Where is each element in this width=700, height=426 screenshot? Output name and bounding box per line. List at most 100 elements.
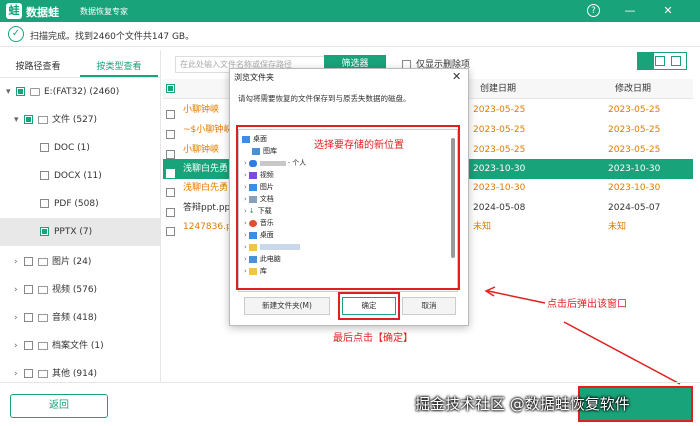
file-name: 浅聊白先勇 (183, 164, 229, 174)
file-name: 1247836.p (183, 222, 232, 232)
detail-view-icon[interactable] (655, 56, 665, 66)
app-logo-icon: 蛙 (6, 3, 22, 19)
back-button[interactable]: 返回 (10, 394, 108, 418)
modified-date: 2023-10-30 (608, 164, 661, 174)
app-subtitle: 数据恢复专家 (80, 7, 128, 16)
tree-item-label: DOC (1) (54, 143, 90, 153)
tree-item-label: 档案文件 (1) (52, 341, 104, 351)
chevron-down-icon[interactable]: ▾ (6, 78, 16, 106)
tree-checkbox[interactable] (24, 313, 33, 322)
annotation-arrow-icon (484, 286, 546, 304)
watermark-text: 掘金技术社区 @数据蛙恢复软件 (415, 395, 630, 413)
list-view-icon[interactable] (638, 53, 654, 69)
tree-checkbox[interactable] (40, 143, 49, 152)
tree-checkbox[interactable] (40, 227, 49, 236)
created-date: 2023-05-25 (473, 125, 526, 135)
modified-date: 2023-05-25 (608, 145, 661, 155)
created-date: 2023-10-30 (473, 164, 526, 174)
annotation-arrow-icon (563, 321, 681, 385)
created-date: 2023-10-30 (473, 183, 526, 193)
video-icon (38, 285, 48, 294)
minimize-icon[interactable]: — (622, 3, 638, 19)
created-date: 2023-05-25 (473, 105, 526, 115)
tree-checkbox[interactable] (24, 115, 33, 124)
tree-item-drive[interactable]: ▾ E:(FAT32) (2460) (0, 78, 160, 106)
tree-item-archives[interactable]: › 档案文件 (1) (0, 332, 160, 360)
chevron-right-icon[interactable]: › (14, 248, 24, 276)
image-icon (38, 257, 48, 266)
app-name: 数据蛙 (26, 6, 59, 19)
modified-date: 2023-05-25 (608, 105, 661, 115)
chevron-right-icon[interactable]: › (14, 304, 24, 332)
new-folder-button[interactable]: 新建文件夹(M) (244, 297, 330, 315)
footer-divider (0, 382, 700, 383)
chevron-right-icon[interactable]: › (14, 332, 24, 360)
header-checkbox[interactable] (166, 80, 180, 98)
tree-item-label: PDF (508) (54, 199, 99, 209)
modified-date: 2023-10-30 (608, 183, 661, 193)
chevron-right-icon[interactable]: › (14, 360, 24, 388)
check-circle-icon: ✓ (8, 26, 24, 42)
row-checkbox[interactable] (166, 227, 175, 236)
tree-item-label: 其他 (914) (52, 369, 98, 379)
dialog-title: 浏览文件夹 (234, 73, 274, 82)
archive-icon (38, 341, 48, 350)
file-name: 答辩ppt.pp (183, 203, 231, 213)
row-checkbox[interactable] (166, 130, 175, 139)
tree-item-label: DOCX (11) (54, 171, 102, 181)
tab-by-type[interactable]: 按类型查看 (80, 57, 158, 77)
tree-checkbox[interactable] (40, 171, 49, 180)
close-icon[interactable]: ✕ (660, 3, 676, 19)
tree-checkbox[interactable] (24, 285, 33, 294)
view-switcher (637, 52, 687, 70)
dialog-close-icon[interactable]: ✕ (452, 70, 461, 83)
tree-checkbox[interactable] (40, 199, 49, 208)
annotation-box-ok (338, 292, 400, 320)
status-text: 扫描完成。找到2460个文件共147 GB。 (30, 32, 195, 42)
tree-item-doc[interactable]: DOC (1) (0, 134, 160, 162)
tree-item-documents[interactable]: ▾ 文件 (527) (0, 106, 160, 134)
grid-view-icon[interactable] (671, 56, 681, 66)
dialog-description: 请勾将需要恢复的文件保存到与原丢失数据的磁盘。 (238, 94, 411, 103)
help-icon[interactable]: ? (587, 4, 600, 17)
tree-checkbox[interactable] (16, 87, 25, 96)
tree-item-docx[interactable]: DOCX (11) (0, 162, 160, 190)
row-checkbox[interactable] (166, 150, 175, 159)
tree-checkbox[interactable] (24, 257, 33, 266)
tree-item-label: 视频 (576) (52, 285, 98, 295)
audio-icon (38, 313, 48, 322)
tree-item-label: 文件 (527) (52, 115, 98, 125)
chevron-right-icon[interactable]: › (14, 276, 24, 304)
row-checkbox[interactable] (166, 188, 175, 197)
row-checkbox[interactable] (166, 169, 175, 178)
tree-item-audio[interactable]: › 音频 (418) (0, 304, 160, 332)
drive-icon (30, 87, 40, 96)
header-created[interactable]: 创建日期 (480, 80, 516, 98)
modified-date: 未知 (608, 222, 627, 232)
tree-item-label: 图片 (24) (52, 257, 92, 267)
cancel-button[interactable]: 取消 (402, 297, 456, 315)
tree-item-label: E:(FAT32) (2460) (44, 87, 120, 97)
tree-checkbox[interactable] (24, 369, 33, 378)
tab-by-path[interactable]: 按路径查看 (0, 57, 76, 77)
chevron-down-icon[interactable]: ▾ (14, 106, 24, 134)
row-checkbox[interactable] (166, 208, 175, 217)
tree-item-videos[interactable]: › 视频 (576) (0, 276, 160, 304)
tree-checkbox[interactable] (24, 341, 33, 350)
created-date: 2024-05-08 (473, 203, 526, 213)
created-date: 2023-05-25 (473, 145, 526, 155)
folder-icon (38, 369, 48, 378)
tree-item-pdf[interactable]: PDF (508) (0, 190, 160, 218)
row-checkbox[interactable] (166, 110, 175, 119)
modified-date: 2024-05-07 (608, 203, 661, 213)
created-date: 未知 (473, 222, 492, 232)
tree-item-pptx[interactable]: PPTX (7) (0, 218, 160, 246)
sidebar-divider (160, 50, 161, 382)
header-modified[interactable]: 修改日期 (615, 80, 651, 98)
tree-item-other[interactable]: › 其他 (914) (0, 360, 160, 388)
file-name: 浅聊白先勇 (183, 183, 229, 193)
file-name: 小聊钟峡 (183, 145, 220, 155)
annotation-popup-note: 点击后弹出该窗口 (547, 299, 627, 310)
tree-item-images[interactable]: › 图片 (24) (0, 248, 160, 276)
modified-date: 2023-05-25 (608, 125, 661, 135)
